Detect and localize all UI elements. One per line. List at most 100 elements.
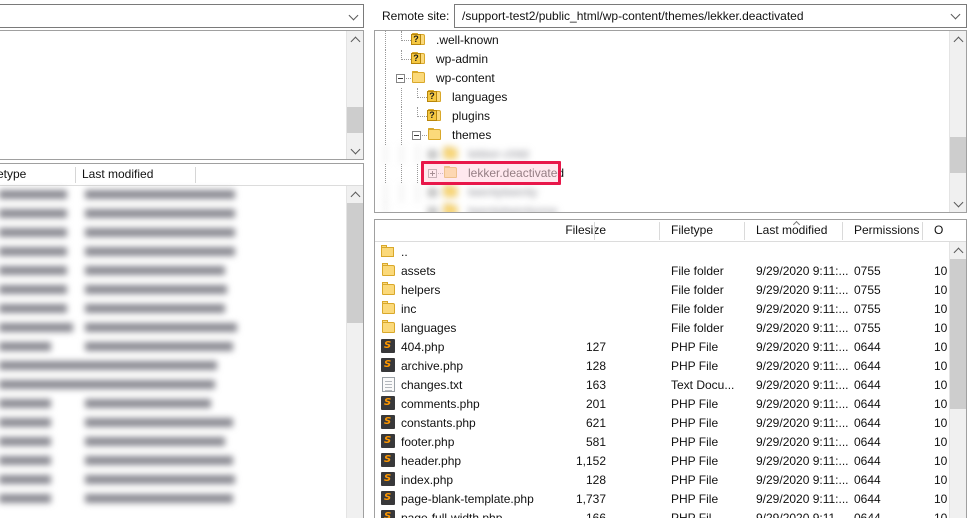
column-separator[interactable] bbox=[659, 222, 660, 240]
file-row[interactable]: Sfooter.php 581 PHP File 9/29/2020 9:11:...… bbox=[375, 432, 949, 451]
file-row[interactable]: inc File folder 9/29/2020 9:11:... 0755 10 bbox=[375, 299, 949, 318]
column-separator[interactable] bbox=[922, 222, 923, 240]
tree-node-plugins[interactable]: ? plugins bbox=[375, 107, 949, 126]
scroll-thumb[interactable] bbox=[347, 107, 363, 133]
local-file-row[interactable] bbox=[0, 357, 345, 376]
column-separator[interactable] bbox=[744, 222, 745, 240]
cell-filetype: Text Docu... bbox=[671, 378, 735, 392]
tree-expander-plus-icon[interactable] bbox=[428, 188, 437, 197]
scroll-thumb[interactable] bbox=[950, 259, 966, 409]
tree-node--well-known[interactable]: ? .well-known bbox=[375, 31, 949, 50]
remote-directory-tree[interactable]: ? .well-known? wp-admin wp-content? language… bbox=[374, 30, 967, 213]
cell-permissions: 0644 bbox=[854, 340, 881, 354]
column-header-permissions[interactable]: Permissions bbox=[854, 223, 919, 237]
scroll-down-icon[interactable] bbox=[347, 142, 363, 159]
local-file-row[interactable] bbox=[0, 376, 345, 395]
php-file-icon: S bbox=[381, 491, 395, 505]
tree-node-wp-content[interactable]: wp-content bbox=[375, 69, 949, 88]
local-file-row[interactable] bbox=[0, 262, 345, 281]
file-row[interactable]: Spage-full-width.php 166 PHP Fil 9/29/2020 … bbox=[375, 508, 949, 518]
tree-node-lekker-deactivated[interactable]: lekker.deactivated bbox=[375, 164, 949, 183]
cell-permissions: 0755 bbox=[854, 264, 881, 278]
file-row[interactable]: languages File folder 9/29/2020 9:11:... 07… bbox=[375, 318, 949, 337]
file-row[interactable]: Sindex.php 128 PHP File 9/29/2020 9:11:... 0… bbox=[375, 470, 949, 489]
local-file-row[interactable] bbox=[0, 243, 345, 262]
chevron-down-icon[interactable] bbox=[348, 10, 359, 22]
local-site-combo[interactable] bbox=[0, 4, 364, 28]
scroll-up-icon[interactable] bbox=[950, 242, 966, 259]
file-row[interactable]: Sconstants.php 621 PHP File 9/29/2020 9:11:… bbox=[375, 413, 949, 432]
remote-tree-scrollbar[interactable] bbox=[949, 31, 966, 212]
local-file-row[interactable] bbox=[0, 205, 345, 224]
local-file-row[interactable] bbox=[0, 338, 345, 357]
remote-site-input[interactable]: /support-test2/public_html/wp-content/th… bbox=[454, 4, 967, 28]
local-file-row[interactable] bbox=[0, 224, 345, 243]
tree-expander-plus-icon[interactable] bbox=[428, 169, 437, 178]
scroll-thumb[interactable] bbox=[950, 137, 966, 173]
file-row[interactable]: S 404.php 127 PHP File 9/29/2020 9:11:... 064… bbox=[375, 337, 949, 356]
local-file-row[interactable] bbox=[0, 300, 345, 319]
folder-question-icon: ? bbox=[427, 109, 443, 123]
scroll-up-icon[interactable] bbox=[950, 31, 966, 48]
local-file-row[interactable] bbox=[0, 395, 345, 414]
file-row[interactable]: Sheader.php 1,152 PHP File 9/29/2020 9:11:.… bbox=[375, 451, 949, 470]
local-file-row[interactable] bbox=[0, 281, 345, 300]
local-file-row[interactable] bbox=[0, 319, 345, 338]
php-file-icon: S bbox=[381, 453, 395, 467]
file-row[interactable]: Spage-blank-template.php 1,737 PHP File 9/2… bbox=[375, 489, 949, 508]
column-header-owner[interactable]: O bbox=[934, 223, 943, 237]
chevron-down-icon[interactable] bbox=[944, 9, 966, 21]
column-separator[interactable] bbox=[75, 167, 76, 183]
cell-filesize: 201 bbox=[585, 397, 606, 411]
cell-owner: 10 bbox=[934, 340, 948, 354]
file-row[interactable]: assets File folder 9/29/2020 9:11:... 0755 1… bbox=[375, 261, 949, 280]
scroll-up-icon[interactable] bbox=[347, 31, 363, 48]
column-separator[interactable] bbox=[842, 222, 843, 240]
local-directory-tree[interactable] bbox=[0, 30, 364, 160]
local-cell-last-modified bbox=[85, 209, 235, 218]
tree-node-themes[interactable]: themes bbox=[375, 126, 949, 145]
tree-node-wp-admin[interactable]: ? wp-admin bbox=[375, 50, 949, 69]
local-file-row[interactable] bbox=[0, 471, 345, 490]
folder-question-icon: ? bbox=[427, 90, 443, 104]
tree-expander-plus-icon[interactable] bbox=[428, 207, 437, 212]
remote-site-path[interactable]: /support-test2/public_html/wp-content/th… bbox=[455, 9, 944, 23]
file-row[interactable]: helpers File folder 9/29/2020 9:11:... 0755… bbox=[375, 280, 949, 299]
column-header-filetype[interactable]: Filetype bbox=[671, 223, 713, 237]
column-separator[interactable] bbox=[195, 167, 196, 183]
column-separator[interactable] bbox=[594, 222, 595, 240]
local-cell-last-modified bbox=[85, 361, 217, 370]
local-file-row[interactable] bbox=[0, 414, 345, 433]
local-file-row[interactable] bbox=[0, 490, 345, 509]
file-row[interactable]: Sarchive.php 128 PHP File 9/29/2020 9:11:..… bbox=[375, 356, 949, 375]
remote-file-list[interactable]: FilenameFilesizeFiletypeLast modifiedPer… bbox=[374, 219, 967, 518]
tree-expander-plus-icon[interactable] bbox=[428, 150, 437, 159]
scroll-down-icon[interactable] bbox=[950, 195, 966, 212]
local-file-list[interactable]: etype Last modified bbox=[0, 163, 364, 518]
remote-site-bar: Remote site: /support-test2/public_html/… bbox=[374, 4, 967, 28]
tree-node-languages[interactable]: ? languages bbox=[375, 88, 949, 107]
file-row[interactable]: changes.txt 163 Text Docu... 9/29/2020 9:11… bbox=[375, 375, 949, 394]
column-header-filesize[interactable]: Filesize bbox=[546, 223, 606, 237]
scroll-up-icon[interactable] bbox=[347, 186, 363, 203]
tree-node-twentytwenty[interactable]: twentytwenty bbox=[375, 183, 949, 202]
local-file-row[interactable] bbox=[0, 452, 345, 471]
tree-expander-minus-icon[interactable] bbox=[396, 74, 405, 83]
tree-expander-minus-icon[interactable] bbox=[412, 131, 421, 140]
local-list-scrollbar[interactable] bbox=[346, 186, 363, 518]
local-file-row[interactable] bbox=[0, 433, 345, 452]
tree-node-lekker-child[interactable]: lekker-child bbox=[375, 145, 949, 164]
scroll-thumb[interactable] bbox=[347, 203, 363, 323]
local-cell-last-modified bbox=[85, 380, 215, 389]
cell-filetype: PHP File bbox=[671, 397, 719, 411]
local-column-last-modified[interactable]: Last modified bbox=[82, 167, 153, 181]
file-row[interactable]: .. bbox=[375, 242, 949, 261]
remote-list-scrollbar[interactable] bbox=[949, 242, 966, 518]
file-row[interactable]: Scomments.php 201 PHP File 9/29/2020 9:11:.… bbox=[375, 394, 949, 413]
local-cell-last-modified bbox=[85, 247, 235, 256]
local-column-filetype[interactable]: etype bbox=[0, 167, 26, 181]
local-tree-scrollbar[interactable] bbox=[346, 31, 363, 159]
local-file-row[interactable] bbox=[0, 186, 345, 205]
local-cell-filetype bbox=[0, 475, 51, 484]
tree-node-twentytwentyone[interactable]: twentytwentyone bbox=[375, 202, 949, 212]
